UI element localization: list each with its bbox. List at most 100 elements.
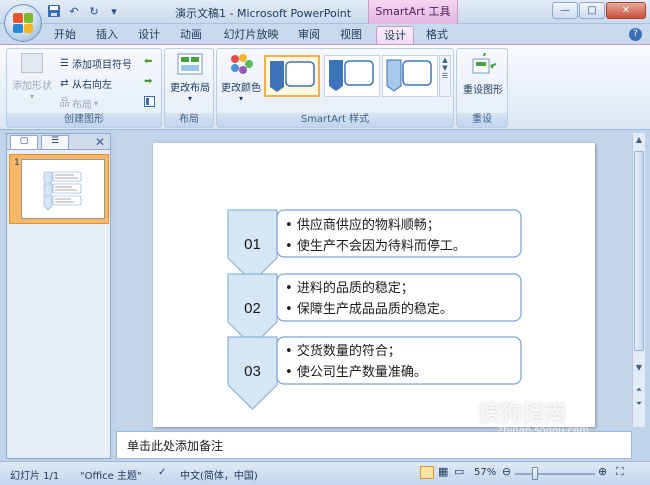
window-title: 演示文稿1 - Microsoft PowerPoint	[175, 7, 352, 20]
slide-count: 幻灯片 1/1	[10, 471, 60, 482]
demote-arrow-icon[interactable]: ➡	[144, 76, 152, 87]
spell-check-icon[interactable]: ✓	[158, 467, 166, 478]
slide-sorter-icon[interactable]: ▦	[438, 465, 448, 478]
tab-view[interactable]: 视图	[334, 26, 368, 44]
gallery-scroll-control[interactable]: ▲ ▼ ☰	[439, 55, 451, 97]
smartart-item-1[interactable]: 01 • 供应商供应的物料顺畅； • 使生产不会因为待料而停工。	[227, 209, 522, 283]
normal-view-icon[interactable]	[420, 466, 434, 479]
watermark-url: zhinan.sogou.com	[498, 425, 590, 436]
color-palette-icon	[231, 54, 253, 74]
tab-home[interactable]: 开始	[48, 26, 82, 44]
item-3-bullet-2: • 使公司生产数量准确。	[285, 364, 427, 380]
style-thumbnail-2[interactable]	[324, 55, 380, 97]
previous-slide-icon[interactable]: ⏶	[633, 385, 645, 397]
add-shape-button[interactable]: 添加形状 ▾	[11, 53, 53, 101]
item-number-1: 01	[244, 236, 261, 253]
tab-insert[interactable]: 插入	[90, 26, 124, 44]
slides-pane: ▢ ☰ ✕ 1	[6, 133, 111, 459]
item-3-bullet-1: • 交货数量的符合；	[285, 343, 401, 359]
group-label-create-graphic: 创建图形	[7, 113, 161, 127]
layout-icon	[177, 53, 203, 75]
layout-dropdown-button[interactable]: 品 布局 ▾	[59, 96, 99, 111]
next-slide-icon[interactable]: ⏷	[633, 399, 645, 411]
tab-format[interactable]: 格式	[420, 26, 454, 44]
smartart-item-2[interactable]: 02 • 进料的品质的稳定； • 保障生产成品品质的稳定。	[227, 273, 522, 347]
item-1-bullet-1: • 供应商供应的物料顺畅；	[285, 217, 440, 233]
group-layouts: 更改布局 ▾ 布局	[164, 48, 214, 128]
scroll-thumb[interactable]	[634, 151, 644, 351]
org-chart-icon: 品	[59, 98, 70, 109]
ribbon-tabs: 开始 插入 设计 动画 幻灯片放映 审阅 视图 设计 格式 ?	[0, 24, 650, 44]
redo-icon[interactable]: ↻	[86, 4, 102, 20]
item-number-3: 03	[244, 363, 261, 380]
office-button[interactable]	[4, 4, 42, 42]
outline-tab[interactable]: ☰	[41, 135, 69, 149]
change-layout-button[interactable]: 更改布局 ▾	[167, 53, 213, 103]
slides-tab[interactable]: ▢	[10, 135, 38, 149]
minimize-button[interactable]: —	[552, 2, 578, 19]
group-label-layouts: 布局	[165, 113, 213, 127]
item-number-2: 02	[244, 300, 261, 317]
reset-graphic-icon	[472, 53, 496, 74]
slide-thumbnail-selected[interactable]: 1	[9, 154, 109, 224]
status-bar: 幻灯片 1/1 "Office 主题" ✓ 中文(简体，中国) ▦ ▭ 57% …	[0, 461, 650, 485]
zoom-slider[interactable]	[515, 473, 595, 475]
vertical-scrollbar[interactable]: ▲ ▼ ⏶ ⏷	[632, 133, 645, 427]
reset-graphic-button[interactable]: 重设图形	[459, 53, 507, 96]
slide-thumbnail	[21, 159, 105, 219]
style-thumbnail-3[interactable]	[382, 55, 438, 97]
contextual-tab-group-label: SmartArt 工具	[368, 0, 458, 24]
text-pane-icon[interactable]	[144, 96, 155, 107]
zoom-out-icon[interactable]: ⊖	[502, 465, 511, 478]
scroll-down-arrow-icon[interactable]: ▼	[633, 363, 645, 375]
tab-review[interactable]: 审阅	[292, 26, 326, 44]
language[interactable]: 中文(简体，中国)	[180, 467, 258, 482]
close-icon[interactable]: ✕	[95, 135, 105, 149]
window-controls: — □ ✕	[552, 2, 646, 19]
office-logo-icon	[13, 13, 33, 33]
quick-access-toolbar: ↶ ↻ ▾	[46, 4, 122, 20]
swap-arrows-icon: ⇄	[60, 78, 69, 89]
ribbon: 添加形状 ▾ ☰ 添加项目符号 ⇄ 从右向左 品 布局 ▾ ⬅ ➡ 创建图形 更…	[0, 44, 650, 130]
item-2-bullet-1: • 进料的品质的稳定；	[285, 280, 414, 296]
add-shape-icon	[21, 53, 43, 73]
scroll-up-arrow-icon[interactable]: ▲	[633, 135, 645, 147]
undo-icon[interactable]: ↶	[66, 4, 82, 20]
slides-pane-tabs: ▢ ☰ ✕	[7, 134, 110, 150]
tab-design[interactable]: 设计	[132, 26, 166, 44]
theme-name[interactable]: "Office 主题"	[80, 467, 142, 482]
group-smartart-styles: 更改颜色 ▾ ▲ ▼ ☰ SmartArt 样式	[216, 48, 454, 128]
add-bullet-button[interactable]: ☰ 添加项目符号	[59, 56, 132, 71]
group-reset: 重设图形 重设	[456, 48, 508, 128]
change-colors-button[interactable]: 更改颜色 ▾	[219, 53, 263, 103]
zoom-level[interactable]: 57%	[474, 467, 496, 478]
fit-to-window-icon[interactable]: ⛶	[616, 465, 624, 479]
maximize-button[interactable]: □	[579, 2, 605, 19]
notes-placeholder: 单击此处添加备注	[127, 439, 224, 453]
customize-qat-icon[interactable]: ▾	[106, 4, 122, 20]
help-icon[interactable]: ?	[629, 28, 642, 41]
item-2-bullet-2: • 保障生产成品品质的稳定。	[285, 301, 453, 317]
group-label-smartart-styles: SmartArt 样式	[217, 113, 453, 127]
tab-slide-show[interactable]: 幻灯片放映	[218, 26, 284, 44]
bullet-list-icon: ☰	[60, 58, 69, 69]
promote-arrow-icon[interactable]: ⬅	[144, 56, 152, 67]
smartart-graphic[interactable]: 01 • 供应商供应的物料顺畅； • 使生产不会因为待料而停工。 02 • 进料…	[153, 143, 595, 427]
right-to-left-button[interactable]: ⇄ 从右向左	[59, 76, 112, 91]
style-thumbnail-1[interactable]	[264, 55, 320, 97]
slide-number: 1	[14, 158, 20, 168]
slide-canvas[interactable]: 01 • 供应商供应的物料顺畅； • 使生产不会因为待料而停工。 02 • 进料…	[153, 143, 595, 427]
zoom-in-icon[interactable]: ⊕	[598, 465, 607, 478]
tab-smartart-design[interactable]: 设计	[376, 26, 414, 44]
title-bar: ↶ ↻ ▾ 演示文稿1 - Microsoft PowerPoint Smart…	[0, 0, 650, 24]
save-icon[interactable]	[46, 4, 62, 20]
tab-animations[interactable]: 动画	[174, 26, 208, 44]
group-create-graphic: 添加形状 ▾ ☰ 添加项目符号 ⇄ 从右向左 品 布局 ▾ ⬅ ➡ 创建图形	[6, 48, 162, 128]
watermark: 搜狗指南	[478, 402, 567, 427]
group-label-reset: 重设	[457, 113, 507, 127]
zoom-slider-handle[interactable]	[532, 467, 538, 480]
slide-edit-area: 01 • 供应商供应的物料顺畅； • 使生产不会因为待料而停工。 02 • 进料…	[116, 133, 632, 427]
close-button[interactable]: ✕	[606, 2, 646, 19]
item-1-bullet-2: • 使生产不会因为待料而停工。	[285, 238, 466, 254]
slideshow-view-icon[interactable]: ▭	[454, 465, 464, 478]
